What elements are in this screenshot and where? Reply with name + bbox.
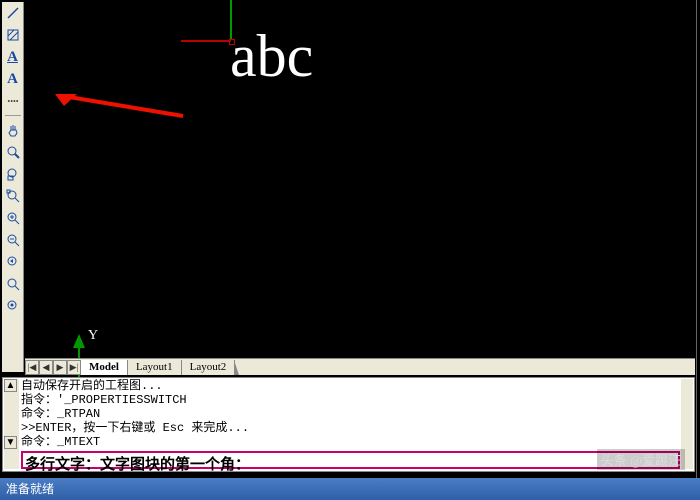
status-bar: 准备就绪: [0, 478, 700, 500]
status-text: 准备就绪: [6, 482, 54, 496]
zoom-in-icon[interactable]: [4, 209, 22, 227]
separator: [5, 115, 21, 116]
layout-tab-bar: |◀ ◀ ▶ ▶| Model Layout1 Layout2: [25, 358, 695, 375]
sample-text-object[interactable]: abc: [230, 22, 313, 91]
command-history: 自动保存开启的工程图... 指令：'_PROPERTIESSWITCH 命令：_…: [21, 379, 680, 451]
cmd-hist-line: 命令：_RTPAN: [21, 407, 680, 421]
ucs-y-label: Y: [88, 328, 98, 344]
tab-layout2[interactable]: Layout2: [182, 360, 236, 375]
tab-nav-next[interactable]: ▶: [53, 360, 67, 375]
cmd-scroll-up-icon[interactable]: ▲: [4, 379, 17, 392]
cmd-scroll-down-icon[interactable]: ▼: [4, 436, 17, 449]
drawing-canvas[interactable]: abc Y X: [25, 0, 695, 358]
zoom-extents-icon[interactable]: [4, 187, 22, 205]
watermark: 头条 @爱踢汪: [597, 449, 685, 470]
tab-nav-first[interactable]: |◀: [25, 360, 39, 375]
zoom-all-icon[interactable]: [4, 275, 22, 293]
cmd-hist-line: >>ENTER，按一下右键或 Esc 来完成...: [21, 421, 680, 435]
tab-nav-last[interactable]: ▶|: [67, 360, 81, 375]
cmd-scroll-left: ▲ ▼: [4, 379, 19, 469]
tab-nav: |◀ ◀ ▶ ▶|: [25, 360, 81, 375]
pan-icon[interactable]: [4, 121, 22, 139]
tab-model[interactable]: Model: [81, 360, 128, 375]
zoom-window-icon[interactable]: [4, 165, 22, 183]
tab-layout1[interactable]: Layout1: [128, 360, 182, 375]
cmd-hist-line: 指令：'_PROPERTIESSWITCH: [21, 393, 680, 407]
line-seg-icon[interactable]: [4, 4, 22, 22]
more-icon[interactable]: • • • •: [4, 92, 22, 110]
annotation-arrow-icon: [53, 92, 193, 122]
cmd-hist-line: 自动保存开启的工程图...: [21, 379, 680, 393]
command-prompt: 多行文字：文字图块的第一个角：: [25, 453, 250, 474]
text-multi-icon[interactable]: A: [4, 48, 22, 66]
command-input[interactable]: 多行文字：文字图块的第一个角：: [21, 451, 680, 469]
zoom-center-icon[interactable]: [4, 297, 22, 315]
cmd-hist-line: 命令：_MTEXT: [21, 435, 680, 449]
text-single-icon[interactable]: A: [4, 70, 22, 88]
hatch-icon[interactable]: [4, 26, 22, 44]
text-insert-hline: [181, 40, 231, 42]
zoom-prev-icon[interactable]: [4, 253, 22, 271]
left-toolbar: A A • • • •: [2, 2, 24, 372]
zoom-out-icon[interactable]: [4, 231, 22, 249]
command-panel: ▲ ▼ 自动保存开启的工程图... 指令：'_PROPERTIESSWITCH …: [2, 377, 695, 472]
tab-nav-prev[interactable]: ◀: [39, 360, 53, 375]
zoom-realtime-icon[interactable]: [4, 143, 22, 161]
app-frame: A A • • • • abc Y X: [0, 0, 697, 498]
